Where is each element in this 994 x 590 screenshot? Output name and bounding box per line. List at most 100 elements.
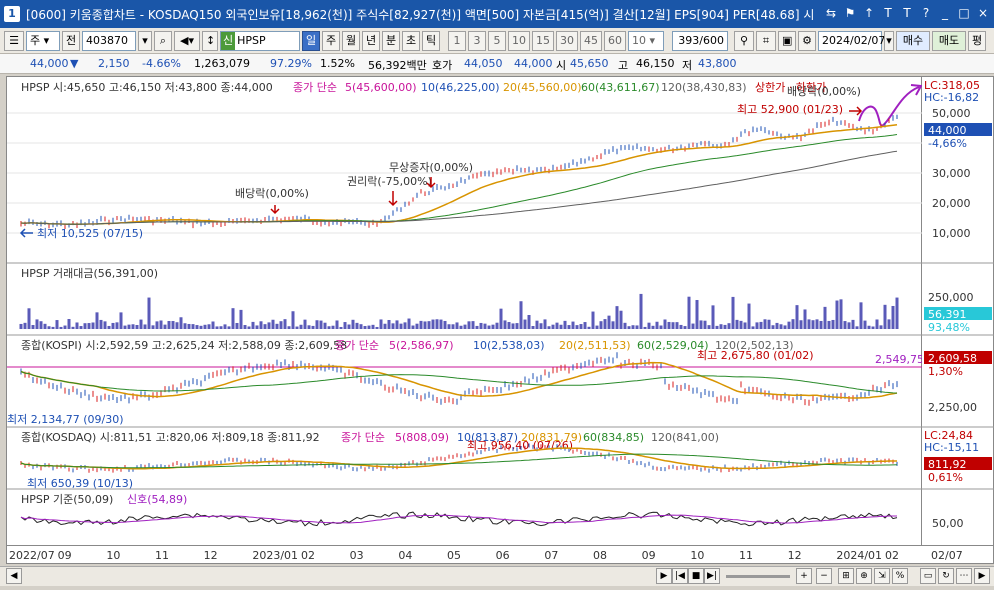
tab-period-week[interactable]: 주 [322, 30, 340, 51]
volume-bar [427, 321, 431, 329]
zoom-slider[interactable] [726, 575, 790, 578]
crosshair-icon[interactable]: ⊕ [856, 568, 872, 584]
tab-period-minute[interactable]: 분 [382, 30, 400, 51]
kospi-panel-header: 종합(KOSPI) 시:2,592,59 고:2,625,24 저:2,588,… [21, 339, 347, 352]
chart-scrollbar[interactable]: ◀ ▶ |◀ ■ ▶| + − ⊞ ⊕ ⇲ % ▭ ↻ ⋯ ▶ [0, 566, 994, 586]
all-select[interactable]: 전 [62, 30, 80, 51]
tab-period-month[interactable]: 월 [342, 30, 360, 51]
play-last-icon[interactable]: ▶| [704, 568, 720, 584]
more-icon[interactable]: ⋯ [956, 568, 972, 584]
volume-bar [147, 297, 151, 329]
volume-bar [311, 325, 315, 329]
settings-icon[interactable]: ⚙ [798, 30, 816, 51]
interval-60[interactable]: 60 [604, 30, 626, 51]
volume-bar [875, 319, 879, 329]
kospi-pct-tag: 1,30% [928, 365, 963, 378]
binoculars-icon[interactable]: ⚲ [734, 30, 754, 51]
interval-10[interactable]: 10 [508, 30, 530, 51]
quote-volume: 1,263,079 [194, 57, 250, 70]
sell-button[interactable]: 매도 [932, 30, 966, 51]
volume-bar [719, 324, 723, 329]
volume-bar [643, 326, 647, 329]
maximize-icon[interactable]: □ [955, 4, 973, 22]
zoom-in-icon[interactable]: + [796, 568, 812, 584]
zoom-out-icon[interactable]: − [816, 568, 832, 584]
kosdaq-panel-header: 종합(KOSDAQ) 시:811,51 고:820,06 저:809,18 종:… [21, 431, 320, 444]
volume-bar [443, 320, 447, 329]
stop-icon[interactable]: ■ [688, 568, 704, 584]
kosdaq-series [20, 443, 898, 473]
scroll-right-end-icon[interactable]: ▶ [656, 568, 672, 584]
interval-select[interactable]: 10 ▾ [628, 30, 664, 51]
volume-bar [115, 322, 119, 329]
scroll-first-icon[interactable]: |◀ [672, 568, 688, 584]
interval-45[interactable]: 45 [580, 30, 602, 51]
volume-bar [715, 325, 719, 329]
fit-icon[interactable]: ⇲ [874, 568, 890, 584]
quote-high-label: 고 [618, 59, 629, 72]
quote-hoga-label: 호가 [432, 59, 453, 72]
volume-bar [363, 326, 367, 329]
volume-bar [155, 321, 159, 329]
volume-bar [507, 322, 511, 329]
volume-bar [647, 322, 651, 329]
count-field[interactable]: 393/600 [672, 30, 728, 51]
code-dropdown-icon[interactable]: ▾ [138, 30, 152, 51]
link-icon[interactable]: ⇆ [822, 4, 840, 22]
save-icon[interactable]: ▣ [778, 30, 796, 51]
chart-plot-area[interactable]: HPSP 시:45,650 고:46,150 저:43,800 종:44,000… [6, 76, 923, 546]
quote-amount: 56,392백만 [368, 59, 427, 72]
eval-button[interactable]: 평 [968, 30, 986, 51]
overlap-icon[interactable]: ⊞ [838, 568, 854, 584]
kospi-ma60-line [20, 371, 898, 394]
tab-period-tick[interactable]: 틱 [422, 30, 440, 51]
tab-period-year[interactable]: 년 [362, 30, 380, 51]
volume-bar [151, 325, 155, 329]
date-axis-label: 11 [155, 549, 169, 562]
minimize-icon[interactable]: _ [936, 4, 954, 22]
calendar-icon[interactable]: ▾ [884, 30, 894, 51]
date-axis-label: 04 [398, 549, 412, 562]
volume-bar [259, 321, 263, 329]
close-icon[interactable]: × [974, 4, 992, 22]
date-field[interactable]: 2024/02/07 [818, 30, 885, 51]
percent-icon[interactable]: % [892, 568, 908, 584]
volume-bar [371, 324, 375, 329]
font-icon[interactable]: T [879, 4, 897, 22]
toolbar-menu-icon[interactable]: ☰ [4, 30, 24, 51]
market-select[interactable]: 주 ▾ [26, 30, 60, 51]
text-icon[interactable]: T [898, 4, 916, 22]
interval-30[interactable]: 30 [556, 30, 578, 51]
code-input[interactable]: 403870 [82, 30, 136, 51]
volume-bar [215, 326, 219, 329]
volume-bar [127, 324, 131, 329]
sound-icon[interactable]: ◀▾ [174, 30, 200, 51]
volume-bar [247, 326, 251, 329]
interval-15[interactable]: 15 [532, 30, 554, 51]
refresh-icon[interactable]: ↻ [938, 568, 954, 584]
chart-type-icon[interactable]: ⌗ [756, 30, 776, 51]
volume-bar [519, 301, 523, 329]
help-icon[interactable]: ? [917, 4, 935, 22]
scroll-left-icon[interactable]: ◀ [6, 568, 22, 584]
kosdaq-ma-120: 120(841,00) [651, 431, 719, 444]
search-icon[interactable]: ⌕ [154, 30, 172, 51]
kosdaq-pct-tag: 0,61% [928, 471, 963, 484]
volume-bar [475, 325, 479, 329]
volume-bar [811, 320, 815, 329]
tab-period-day[interactable]: 일 [302, 30, 320, 51]
scroll-right-icon[interactable]: ▶ [974, 568, 990, 584]
volume-bar [667, 321, 671, 329]
interval-5[interactable]: 5 [488, 30, 506, 51]
prev-next-icon[interactable]: ↕ [202, 30, 218, 51]
interval-3[interactable]: 3 [468, 30, 486, 51]
volume-bar [187, 323, 191, 329]
stock-name-field[interactable]: 신 HPSP [220, 30, 300, 51]
interval-1[interactable]: 1 [448, 30, 466, 51]
alert-icon[interactable]: ⚑ [841, 4, 859, 22]
tab-period-second[interactable]: 초 [402, 30, 420, 51]
buy-button[interactable]: 매수 [896, 30, 930, 51]
pin-icon[interactable]: ↑ [860, 4, 878, 22]
quote-open: 45,650 [570, 57, 609, 70]
display-icon[interactable]: ▭ [920, 568, 936, 584]
